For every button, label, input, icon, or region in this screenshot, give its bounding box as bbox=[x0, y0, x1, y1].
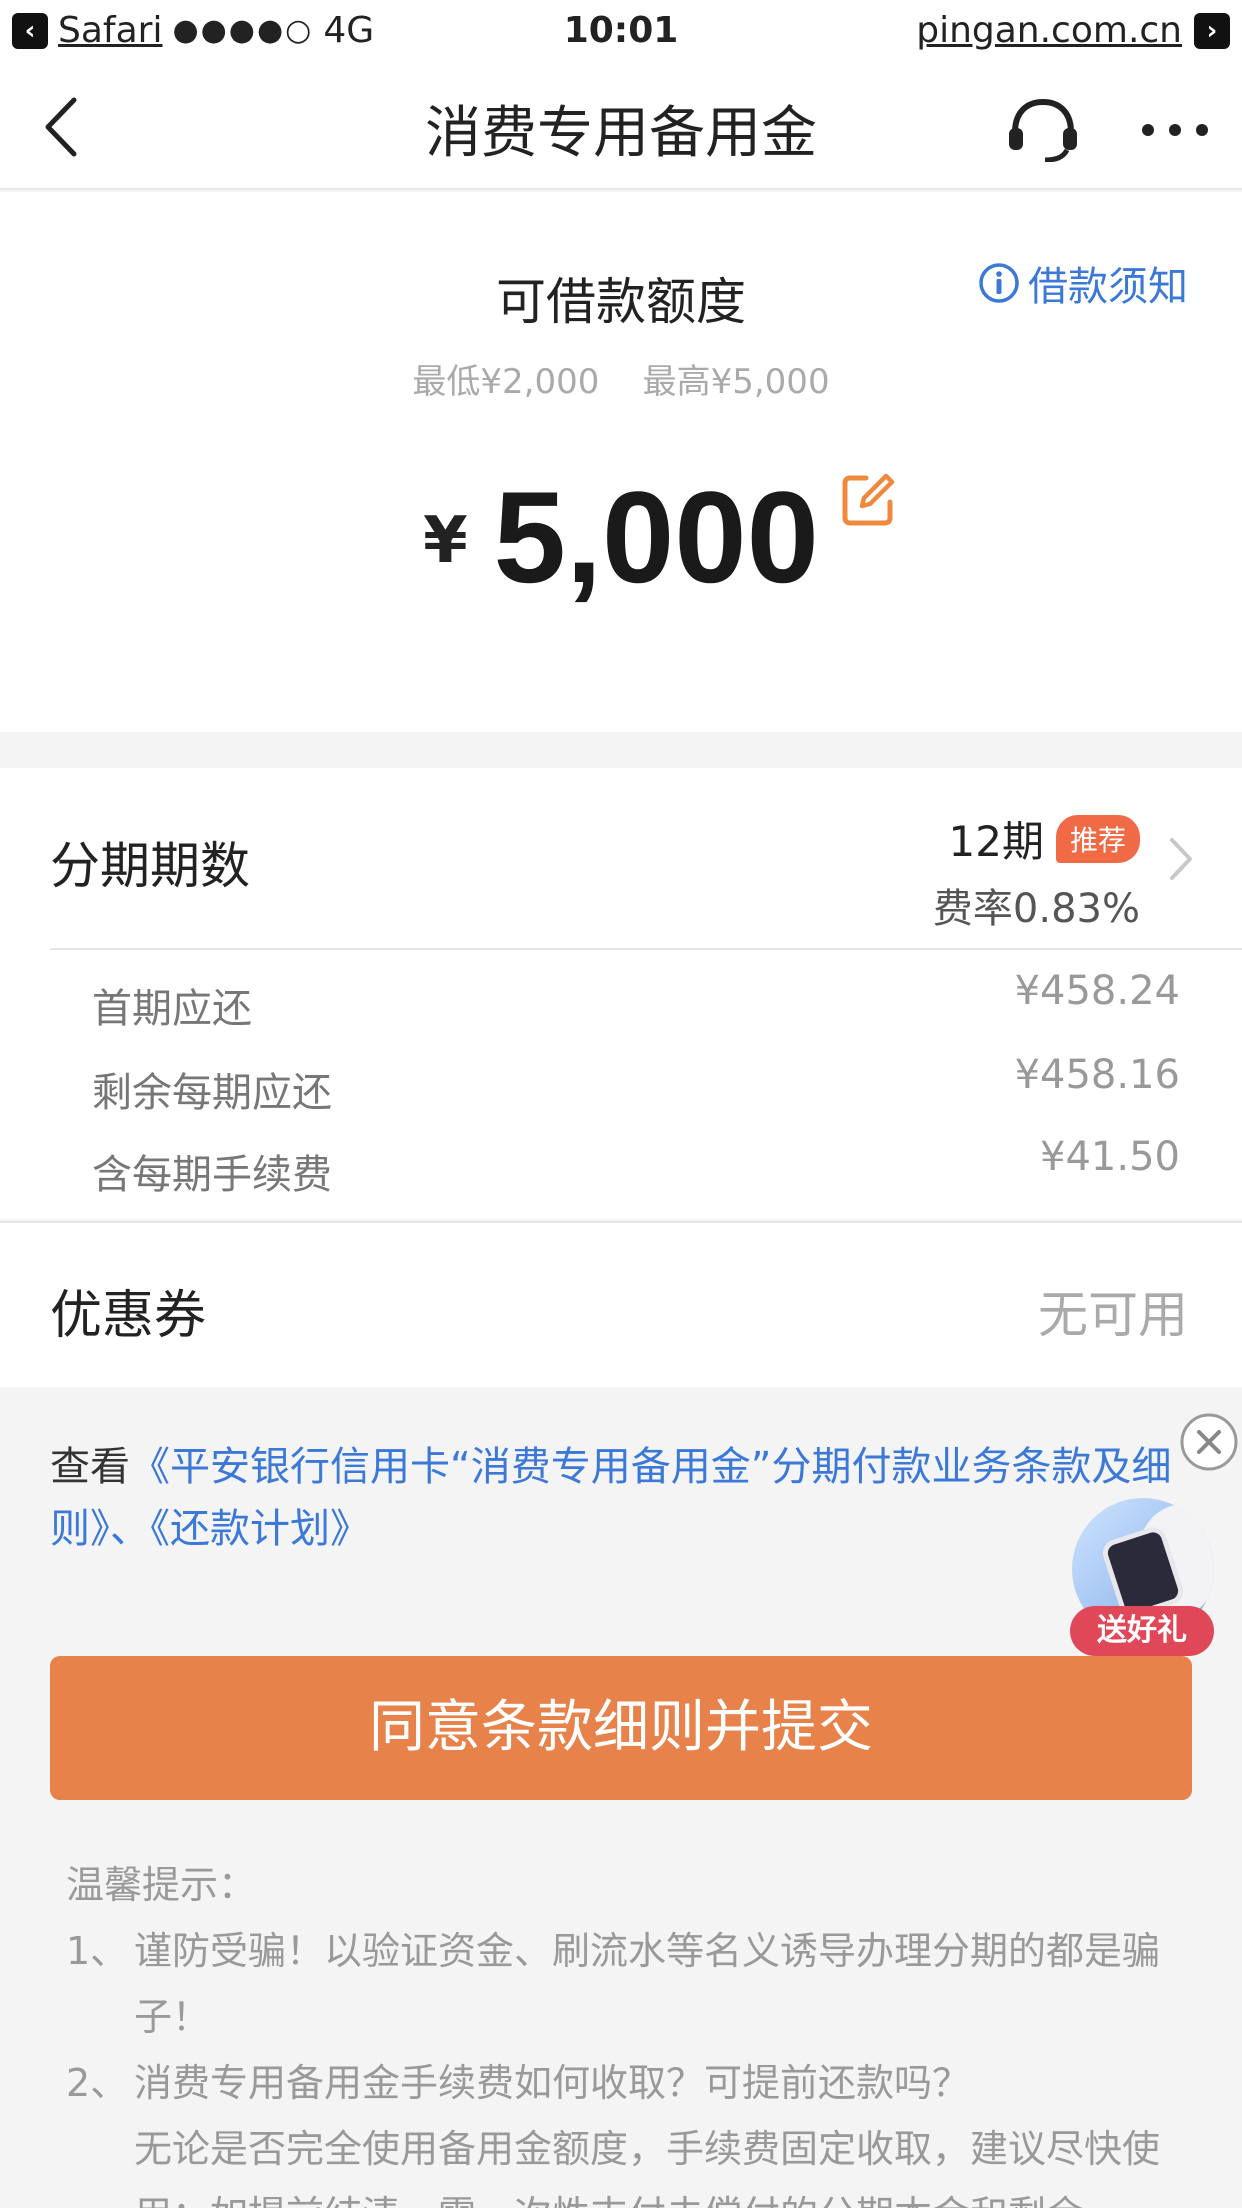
loan-amount-value: 5,000 bbox=[493, 464, 819, 610]
detail-row-first-payment: 首期应还 ¥458.24 bbox=[0, 968, 1242, 1038]
detail-value: ¥458.24 bbox=[1014, 968, 1180, 1014]
status-bar: ‹ Safari ●●●●○ 4G 10:01 pingan.com.cn › bbox=[0, 0, 1242, 60]
tip-item: 1、 谨防受骗！以验证资金、刷流水等名义诱导办理分期的都是骗子！ bbox=[66, 1918, 1186, 2050]
detail-label: 首期应还 bbox=[92, 986, 252, 1032]
loan-amount[interactable]: ¥5,000 bbox=[0, 462, 1242, 612]
repayment-plan-link[interactable]: 《还款计划》 bbox=[150, 1506, 370, 1552]
edit-icon[interactable] bbox=[840, 472, 896, 528]
loan-amount-card: 可借款额度 借款须知 最低¥2,000 最高¥5,000 ¥5,000 bbox=[0, 192, 1242, 732]
coupon-value: 无可用 bbox=[1038, 1286, 1188, 1344]
tip-detail: 无论是否完全使用备用金额度，手续费固定收取，建议尽快使用；如提前结清，需一次性支… bbox=[134, 2127, 1161, 2208]
tip-text: 消费专用备用金手续费如何收取？可提前还款吗？ bbox=[134, 2061, 971, 2105]
detail-label: 含每期手续费 bbox=[92, 1152, 332, 1198]
loan-notice-label: 借款须知 bbox=[1028, 264, 1188, 310]
tip-number: 1、 bbox=[66, 1929, 129, 1973]
nav-bar: 消费专用备用金 bbox=[0, 60, 1242, 190]
detail-value: ¥458.16 bbox=[1014, 1052, 1180, 1098]
recommend-badge: 推荐 bbox=[1055, 814, 1140, 863]
detail-row-remaining-payment: 剩余每期应还 ¥458.16 bbox=[0, 1052, 1242, 1122]
gift-promo[interactable]: 送好礼 bbox=[1070, 1498, 1220, 1656]
submit-button[interactable]: 同意条款细则并提交 bbox=[50, 1656, 1192, 1800]
loan-notice-link[interactable]: 借款须知 bbox=[978, 254, 1188, 312]
tip-item: 2、 消费专用备用金手续费如何收取？可提前还款吗？ 无论是否完全使用备用金额度，… bbox=[66, 2050, 1186, 2208]
currency-symbol: ¥ bbox=[423, 504, 468, 578]
tip-text: 谨防受骗！以验证资金、刷流水等名义诱导办理分期的都是骗子！ bbox=[134, 1929, 1161, 2039]
terms-text: 查看《平安银行信用卡“消费专用备用金”分期付款业务条款及细则》、《还款计划》 bbox=[50, 1436, 1190, 1560]
detail-label: 剩余每期应还 bbox=[92, 1070, 332, 1116]
gift-label: 送好礼 bbox=[1070, 1606, 1214, 1656]
fee-rate: 费率0.83% bbox=[932, 886, 1140, 932]
forward-icon[interactable]: › bbox=[1194, 12, 1230, 49]
terms-separator: 、 bbox=[110, 1506, 150, 1552]
divider bbox=[50, 948, 1242, 950]
installment-periods: 12期 bbox=[948, 817, 1044, 866]
more-icon[interactable] bbox=[1140, 122, 1210, 138]
info-icon bbox=[979, 263, 1019, 303]
terms-prefix: 查看 bbox=[50, 1444, 130, 1490]
tip-number: 2、 bbox=[66, 2061, 129, 2105]
headset-icon[interactable] bbox=[1005, 98, 1081, 162]
close-icon[interactable] bbox=[1179, 1412, 1239, 1472]
detail-value: ¥41.50 bbox=[1040, 1134, 1180, 1180]
detail-row-fee: 含每期手续费 ¥41.50 bbox=[0, 1134, 1242, 1204]
status-url[interactable]: pingan.com.cn bbox=[916, 10, 1182, 51]
tips-title: 温馨提示： bbox=[66, 1863, 257, 1907]
installment-card: 分期期数 12期 推荐 费率0.83% 首期应还 ¥458.24 剩余每期应还 … bbox=[0, 768, 1242, 1219]
tips-section: 温馨提示： 1、 谨防受骗！以验证资金、刷流水等名义诱导办理分期的都是骗子！ 2… bbox=[66, 1852, 1186, 2208]
installment-label: 分期期数 bbox=[50, 837, 250, 895]
chevron-right-icon bbox=[1170, 838, 1192, 880]
coupon-label: 优惠券 bbox=[50, 1286, 207, 1346]
loan-range: 最低¥2,000 最高¥5,000 bbox=[412, 362, 830, 402]
coupon-row[interactable]: 优惠券 无可用 bbox=[0, 1221, 1242, 1387]
installment-selector[interactable]: 分期期数 12期 推荐 费率0.83% bbox=[0, 768, 1242, 948]
